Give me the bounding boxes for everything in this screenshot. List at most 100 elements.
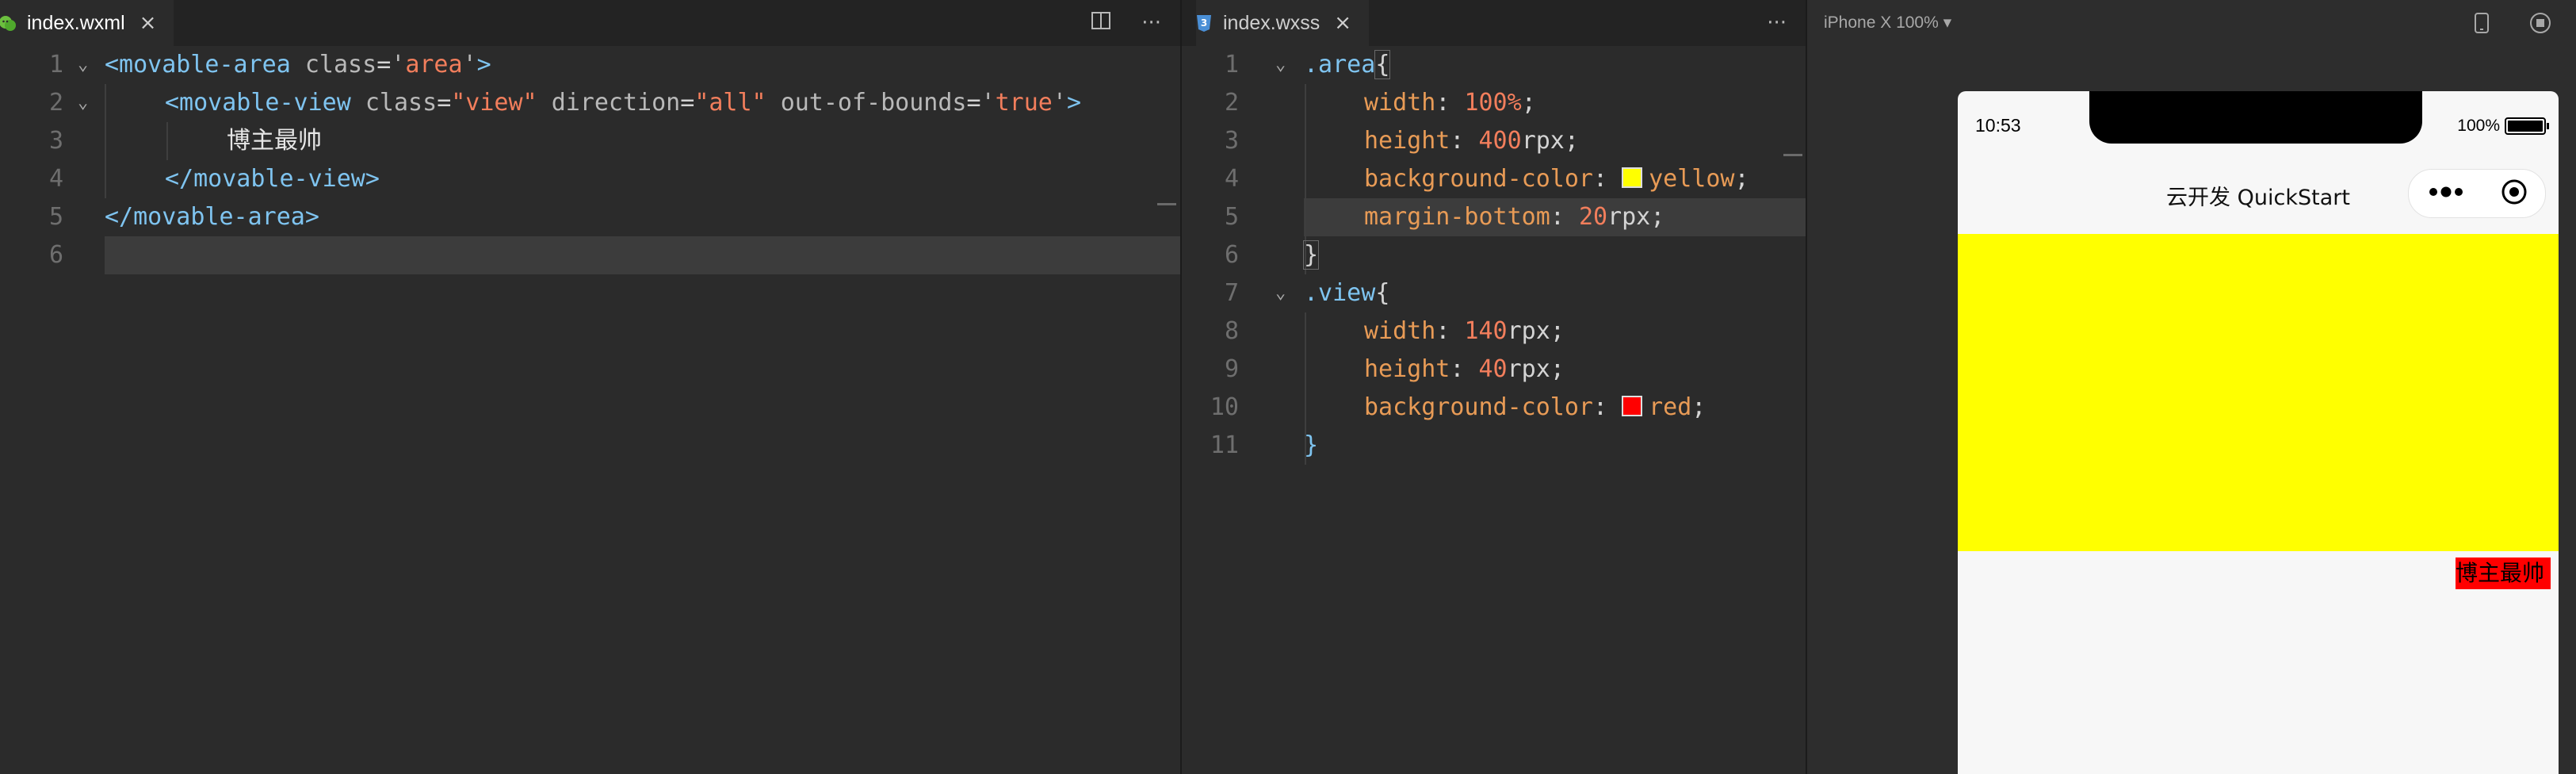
- css-number: 400: [1478, 127, 1522, 155]
- attr-name: class: [365, 89, 438, 117]
- css-file-icon: 3: [1194, 13, 1213, 33]
- css-selector: .view: [1304, 279, 1376, 307]
- attr-name: out-of-bounds: [780, 89, 967, 117]
- css-property: background-color: [1364, 393, 1593, 421]
- phone-rotate-icon[interactable]: [2474, 12, 2490, 37]
- css-property: margin-bottom: [1364, 203, 1550, 231]
- css-property: width: [1364, 317, 1436, 345]
- tag-name: <movable-area: [105, 51, 291, 79]
- closing-tag: </movable-view>: [165, 165, 380, 193]
- code-line: 7 ⌄ .view{: [1182, 274, 1806, 312]
- quote: ': [1052, 89, 1067, 117]
- phone-notch: [2089, 91, 2422, 144]
- code-line: 9 height: 40rpx;: [1182, 351, 1806, 389]
- fold-chevron-icon[interactable]: ⌄: [78, 84, 88, 122]
- code-line: 6: [0, 236, 1180, 274]
- stop-record-icon[interactable]: [2529, 12, 2551, 37]
- code-line: 1 ⌄ <movable-area class='area'>: [0, 46, 1180, 84]
- fold-chevron-icon[interactable]: ⌄: [1275, 274, 1286, 312]
- simulator-toolbar: iPhone X 100% ▾: [1807, 0, 2576, 46]
- css-number: 40: [1478, 355, 1508, 383]
- wxss-tab-bar: 3 index.wxss × ···: [1182, 0, 1806, 46]
- svg-text:3: 3: [1201, 17, 1207, 29]
- more-menu-icon[interactable]: [2427, 186, 2465, 201]
- attr-value: "view": [451, 89, 537, 117]
- code-line: 3 博主最帅: [0, 122, 1180, 160]
- line-number: 3: [48, 127, 63, 155]
- simulator-pane: iPhone X 100% ▾ 10:53 100% 云开发 QuickStar…: [1807, 0, 2576, 774]
- wxml-tab-bar: index.wxml × ···: [0, 0, 1180, 46]
- wxss-editor-pane: 3 index.wxss × ··· 1 ⌄ .area{ 2 width: 1…: [1182, 0, 1806, 774]
- css-unit: rpx: [1521, 127, 1565, 155]
- battery-icon: [2505, 117, 2546, 135]
- open-brace: {: [1374, 50, 1391, 79]
- chevron-down-icon: ▾: [1943, 13, 1952, 32]
- css-unit: rpx: [1507, 317, 1550, 345]
- quote: ': [980, 89, 996, 117]
- closing-tag: </movable-area>: [105, 203, 319, 231]
- code-line: 6 }: [1182, 236, 1806, 274]
- line-number: 3: [1224, 127, 1239, 155]
- more-actions-icon[interactable]: ···: [1767, 11, 1787, 35]
- fold-chevron-icon[interactable]: ⌄: [1275, 46, 1286, 84]
- color-swatch[interactable]: [1622, 167, 1643, 188]
- phone-screen: 10:53 100% 云开发 QuickStart 博主最帅: [1958, 91, 2559, 774]
- wxml-code-editor[interactable]: 1 ⌄ <movable-area class='area'> 2 ⌄ <mov…: [0, 46, 1180, 774]
- battery-percent: 100%: [2457, 117, 2500, 135]
- color-swatch[interactable]: [1622, 396, 1643, 416]
- more-actions-icon[interactable]: ···: [1141, 11, 1161, 35]
- line-number: 2: [1224, 89, 1239, 117]
- close-tab-icon[interactable]: ×: [140, 11, 157, 35]
- device-label: iPhone X 100%: [1824, 13, 1939, 32]
- status-battery: 100%: [2457, 117, 2549, 136]
- equals-sign: =: [376, 51, 392, 79]
- line-number: 8: [1224, 317, 1239, 345]
- wxml-editor-pane: index.wxml × ··· 1 ⌄ <movable-area class…: [0, 0, 1180, 774]
- tab-index-wxss[interactable]: 3 index.wxss ×: [1194, 0, 1370, 46]
- close-tab-icon[interactable]: ×: [1334, 11, 1351, 35]
- css-color-value: yellow: [1649, 165, 1735, 193]
- close-brace: }: [1302, 240, 1320, 270]
- line-number: 10: [1210, 393, 1239, 421]
- css-property: height: [1364, 127, 1450, 155]
- line-number: 5: [48, 203, 63, 231]
- css-property: height: [1364, 355, 1450, 383]
- css-property: background-color: [1364, 165, 1593, 193]
- close-miniprogram-icon[interactable]: [2501, 178, 2528, 209]
- quote: ': [462, 51, 477, 79]
- status-time: 10:53: [1975, 115, 2021, 136]
- attr-value: true: [995, 89, 1053, 117]
- movable-area: [1958, 234, 2559, 551]
- code-line: 2 ⌄ <movable-view class="view" direction…: [0, 84, 1180, 122]
- line-number: 5: [1224, 203, 1239, 231]
- line-number: 2: [48, 89, 63, 117]
- code-line: 2 width: 100%;: [1182, 84, 1806, 122]
- tag-close: >: [476, 51, 491, 79]
- attr-name: class: [304, 51, 377, 79]
- code-line: 1 ⌄ .area{: [1182, 46, 1806, 84]
- line-number: 1: [1224, 51, 1239, 79]
- tag-close: >: [1066, 89, 1081, 117]
- line-number: 4: [1224, 165, 1239, 193]
- close-brace: }: [1304, 431, 1319, 459]
- fold-chevron-icon[interactable]: ⌄: [78, 46, 88, 84]
- wechat-file-icon: [0, 13, 17, 33]
- attr-value: area: [405, 51, 463, 79]
- split-editor-icon[interactable]: [1091, 11, 1111, 36]
- line-number: 9: [1224, 355, 1239, 383]
- code-line: 5 </movable-area>: [0, 198, 1180, 236]
- code-line: 5 margin-bottom: 20rpx;: [1182, 198, 1806, 236]
- line-number: 6: [48, 241, 63, 269]
- line-number: 7: [1224, 279, 1239, 307]
- css-unit: rpx: [1607, 203, 1651, 231]
- tag-name: <movable-view: [165, 89, 351, 117]
- code-line: 3 height: 400rpx;: [1182, 122, 1806, 160]
- code-line: 11 }: [1182, 427, 1806, 465]
- tab-index-wxml[interactable]: index.wxml ×: [0, 0, 174, 46]
- wxss-code-editor[interactable]: 1 ⌄ .area{ 2 width: 100%; 3 height: 400r…: [1182, 46, 1806, 774]
- text-content: 博主最帅: [227, 127, 322, 155]
- device-selector[interactable]: iPhone X 100% ▾: [1824, 0, 1951, 46]
- css-unit: rpx: [1507, 355, 1550, 383]
- attr-name: direction: [551, 89, 681, 117]
- movable-view[interactable]: 博主最帅: [2456, 558, 2551, 589]
